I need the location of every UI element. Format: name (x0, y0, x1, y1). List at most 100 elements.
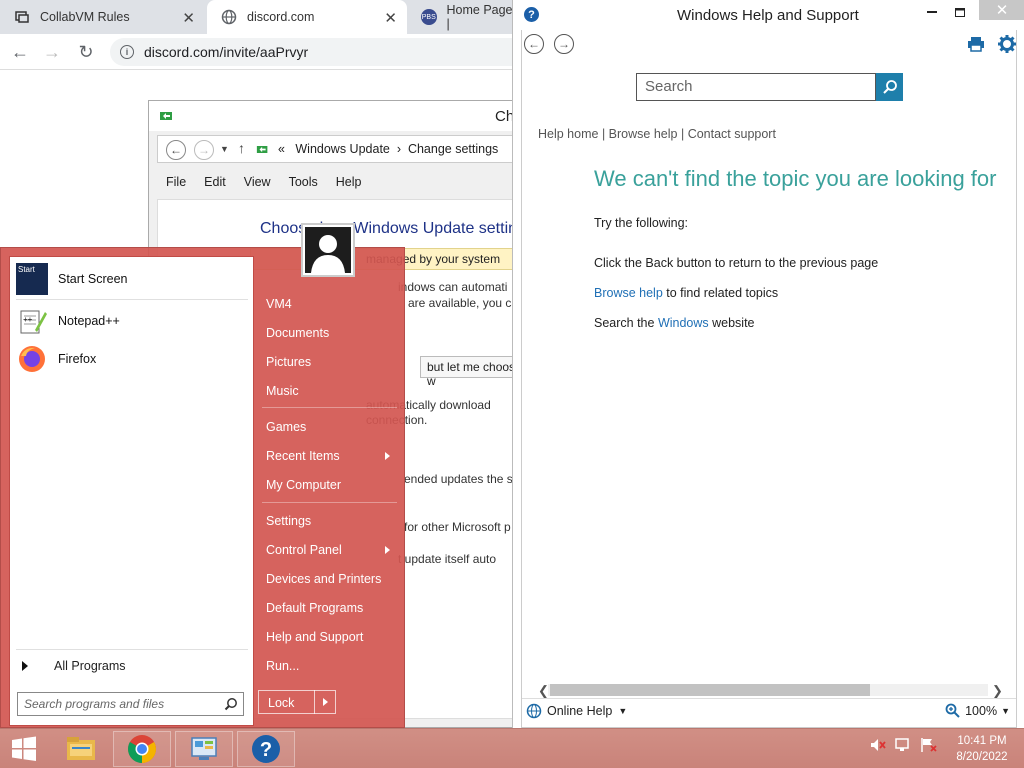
user-avatar[interactable] (301, 223, 355, 277)
maximize-button[interactable] (945, 2, 975, 22)
file-explorer-icon (67, 737, 95, 760)
explorer-address-bar: ← → ▼ ↑ « Windows Update › Change settin… (157, 135, 557, 163)
help-search-input[interactable]: Search (636, 73, 876, 101)
contact-support-link[interactable]: Contact support (688, 127, 776, 141)
link-separator: | (601, 127, 606, 141)
important-updates-dropdown[interactable]: but let me choose w (420, 356, 516, 388)
search-placeholder: Search programs and files (24, 697, 165, 711)
pinned-label: Start Screen (58, 272, 128, 286)
horizontal-scrollbar[interactable]: ❮ ❯ (526, 682, 1014, 699)
clock-time: 10:41 PM (957, 735, 1007, 747)
window-titlebar: ? Windows Help and Support ✕ (513, 0, 1024, 30)
system-clock[interactable]: 10:41 PM 8/20/2022 (944, 733, 1020, 765)
menu-edit[interactable]: Edit (195, 171, 235, 195)
tab-label: Home Page | (446, 3, 513, 31)
pinned-start-screen[interactable]: Start Start Screen (16, 261, 248, 297)
start-search-input[interactable]: Search programs and files (17, 692, 244, 716)
shutdown-options-button[interactable] (314, 690, 336, 714)
start-item-recent-items[interactable]: Recent Items (258, 444, 398, 468)
site-info-icon[interactable]: i (120, 45, 134, 59)
pinned-label: Notepad++ (58, 314, 120, 328)
start-item-devices-and-printers[interactable]: Devices and Printers (258, 567, 398, 591)
taskbar-file-explorer[interactable] (52, 731, 110, 767)
collabvm-favicon-icon (14, 9, 30, 25)
start-button[interactable] (0, 731, 48, 767)
volume-muted-icon[interactable] (870, 737, 886, 753)
separator (16, 299, 248, 300)
settings-line: are available, you ca (408, 296, 517, 310)
breadcrumb-change-settings[interactable]: Change settings (408, 142, 498, 156)
start-item-pictures[interactable]: Pictures (258, 350, 398, 374)
browse-help-link[interactable]: Browse help (609, 127, 678, 141)
breadcrumb-overflow[interactable]: « (278, 142, 285, 156)
help-home-link[interactable]: Help home (538, 127, 598, 141)
taskbar-help[interactable]: ? (237, 731, 295, 767)
start-item-help-and-support[interactable]: Help and Support (258, 625, 398, 649)
taskbar-control-panel[interactable] (175, 731, 233, 767)
back-arrow-icon[interactable]: ← (8, 40, 32, 64)
help-status-bar: Online Help ▼ 100% ▼ (522, 698, 1016, 720)
address-bar[interactable]: i discord.com/invite/aaPrvyr (110, 38, 530, 66)
window-titlebar: Ch (149, 101, 514, 131)
up-arrow-icon[interactable]: ↑ (238, 140, 245, 156)
back-arrow-icon[interactable]: ← (524, 34, 544, 54)
site-favicon-icon: PBS (421, 9, 437, 25)
start-item-music[interactable]: Music (258, 379, 398, 403)
forward-arrow-icon[interactable]: → (554, 34, 574, 54)
scroll-right-icon[interactable]: ❯ (992, 683, 1003, 699)
help-search-button[interactable] (876, 73, 903, 101)
breadcrumb-windows-update[interactable]: Windows Update (295, 142, 390, 156)
browser-toolbar: ← → ↻ i discord.com/invite/aaPrvyr (0, 34, 530, 70)
start-item-documents[interactable]: Documents (258, 321, 398, 345)
tab-home-page[interactable]: PBS Home Page | (407, 0, 517, 34)
notepadpp-icon: ++ (16, 305, 48, 337)
separator (16, 649, 248, 650)
menu-file[interactable]: File (157, 171, 195, 195)
start-item-my-computer[interactable]: My Computer (258, 473, 398, 497)
reload-icon[interactable]: ↻ (74, 40, 98, 64)
taskbar-chrome[interactable] (113, 731, 171, 767)
menu-help[interactable]: Help (327, 171, 371, 195)
start-item-run[interactable]: Run... (258, 654, 398, 678)
start-item-settings[interactable]: Settings (258, 509, 398, 533)
start-item-vm4[interactable]: VM4 (258, 292, 398, 316)
windows-website-link[interactable]: Windows (658, 316, 709, 330)
print-icon[interactable] (967, 36, 985, 52)
clock-date: 8/20/2022 (956, 751, 1008, 763)
recent-pages-dropdown-icon[interactable]: ▼ (220, 144, 229, 154)
tip-text: Search the (594, 316, 658, 330)
not-found-heading: We can't find the topic you are looking … (594, 166, 997, 191)
close-tab-icon[interactable]: ✕ (384, 9, 397, 27)
settings-line: indows can automati (398, 280, 508, 294)
all-programs-button[interactable]: All Programs (18, 655, 248, 677)
tab-discord[interactable]: discord.com ✕ (207, 0, 407, 34)
control-panel-icon (256, 146, 268, 153)
start-item-games[interactable]: Games (258, 415, 398, 439)
start-item-default-programs[interactable]: Default Programs (258, 596, 398, 620)
chevron-down-icon: ▼ (618, 706, 628, 716)
scroll-thumb[interactable] (550, 684, 870, 696)
close-tab-icon[interactable]: ✕ (182, 9, 195, 27)
pinned-firefox[interactable]: Firefox (16, 341, 248, 377)
pinned-notepadpp[interactable]: ++ Notepad++ (16, 303, 248, 339)
menu-view[interactable]: View (235, 171, 280, 195)
start-item-control-panel[interactable]: Control Panel (258, 538, 398, 562)
settings-gear-icon[interactable] (998, 35, 1016, 53)
action-center-flag-icon[interactable] (920, 737, 938, 753)
menu-tools[interactable]: Tools (280, 171, 327, 195)
forward-arrow-icon[interactable]: → (40, 40, 64, 64)
all-programs-label: All Programs (54, 659, 126, 673)
network-icon[interactable] (894, 737, 912, 753)
tab-collabvm-rules[interactable]: CollabVM Rules ✕ (0, 0, 205, 34)
tip-search-windows: Search the Windows website (594, 316, 755, 330)
online-help-toggle[interactable]: Online Help ▼ (526, 703, 627, 719)
minimize-button[interactable] (917, 2, 947, 22)
online-help-label: Online Help (547, 704, 613, 718)
forward-arrow-icon[interactable]: → (194, 140, 214, 160)
submenu-arrow-icon (385, 452, 390, 460)
zoom-control[interactable]: 100% ▼ (945, 703, 1010, 718)
back-arrow-icon[interactable]: ← (166, 140, 186, 160)
close-button[interactable]: ✕ (979, 0, 1024, 20)
search-icon[interactable] (224, 697, 238, 711)
browse-help-inline-link[interactable]: Browse help (594, 286, 663, 300)
